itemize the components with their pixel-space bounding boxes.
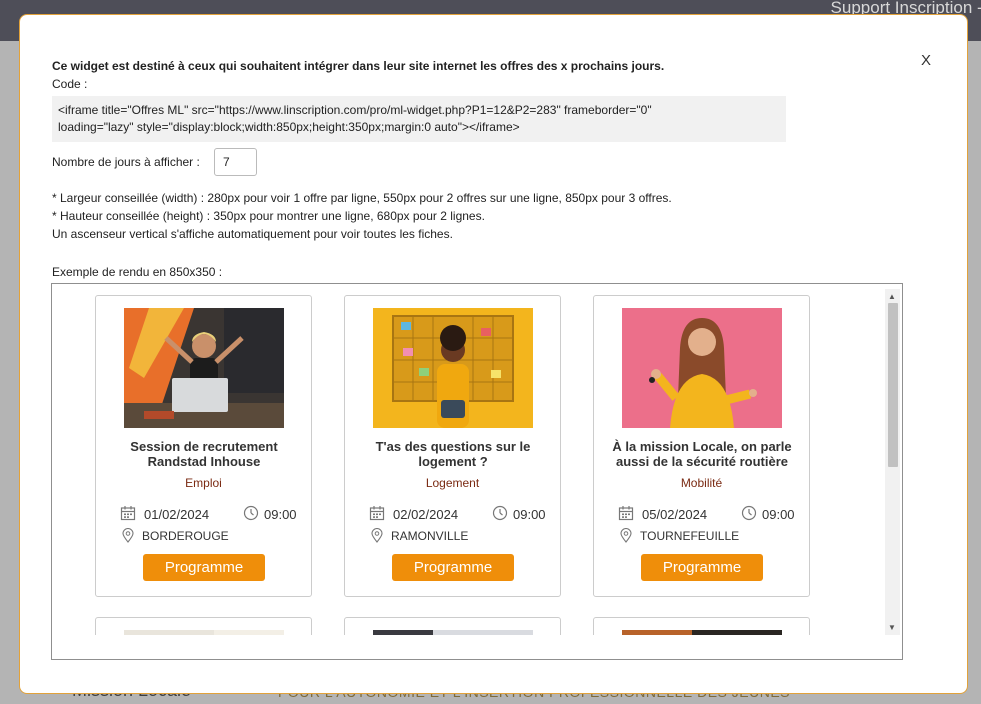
offer-card	[95, 617, 312, 635]
offer-location: BORDEROUGE	[142, 529, 229, 543]
scroll-down-icon[interactable]: ▼	[888, 623, 896, 632]
offer-image	[124, 630, 284, 635]
offer-image	[124, 308, 284, 428]
scroll-up-icon[interactable]: ▲	[888, 292, 896, 301]
offer-time: 09:00	[762, 507, 795, 522]
offer-card	[344, 617, 561, 635]
widget-modal: X Ce widget est destiné à ceux qui souha…	[19, 14, 968, 694]
offer-date: 01/02/2024	[144, 507, 210, 522]
hint-width: * Largeur conseillée (width) : 280px pou…	[52, 191, 672, 205]
programme-button[interactable]: Programme	[392, 554, 514, 581]
offer-title: À la mission Locale, on parle aussi de l…	[612, 439, 792, 469]
offer-card: T'as des questions sur le logement ? Log…	[344, 295, 561, 597]
location-pin-icon	[620, 528, 632, 548]
code-label: Code :	[52, 77, 88, 91]
widget-preview-content: Session de recrutement Randstad Inhouse …	[58, 289, 883, 635]
offer-date: 02/02/2024	[393, 507, 459, 522]
close-button[interactable]: X	[921, 52, 931, 69]
embed-code-line-2: loading="lazy" style="display:block;widt…	[58, 120, 520, 134]
location-pin-icon	[371, 528, 383, 548]
offer-image	[622, 630, 782, 635]
offer-image	[373, 308, 533, 428]
calendar-icon	[618, 505, 634, 526]
days-label: Nombre de jours à afficher :	[52, 155, 200, 169]
clock-icon	[243, 505, 259, 526]
offer-category: Logement	[425, 476, 480, 490]
offer-image	[373, 630, 533, 635]
offer-location: TOURNEFEUILLE	[640, 529, 740, 543]
offer-card	[593, 617, 810, 635]
offer-card: À la mission Locale, on parle aussi de l…	[593, 295, 810, 597]
offer-time: 09:00	[264, 507, 297, 522]
offer-category: Mobilité	[680, 476, 723, 490]
calendar-icon	[120, 505, 136, 526]
calendar-icon	[369, 505, 385, 526]
scrollbar-thumb[interactable]	[888, 303, 898, 467]
embed-code-line-1: <iframe title="Offres ML" src="https://w…	[58, 103, 652, 117]
offer-location: RAMONVILLE	[391, 529, 469, 543]
programme-button[interactable]: Programme	[641, 554, 763, 581]
offer-card: Session de recrutement Randstad Inhouse …	[95, 295, 312, 597]
days-input[interactable]	[214, 148, 257, 176]
offer-image	[622, 308, 782, 428]
programme-button[interactable]: Programme	[143, 554, 265, 581]
offer-title: T'as des questions sur le logement ?	[375, 439, 531, 469]
offer-time: 09:00	[513, 507, 546, 522]
embed-code-box[interactable]: <iframe title="Offres ML" src="https://w…	[52, 96, 786, 142]
preview-scrollbar[interactable]: ▲ ▼	[885, 289, 900, 635]
offer-title: Session de recrutement Randstad Inhouse	[130, 439, 278, 469]
location-pin-icon	[122, 528, 134, 548]
widget-preview-frame[interactable]: Session de recrutement Randstad Inhouse …	[51, 283, 903, 660]
example-label: Exemple de rendu en 850x350 :	[52, 265, 223, 279]
clock-icon	[741, 505, 757, 526]
offer-date: 05/02/2024	[642, 507, 708, 522]
hint-height: * Hauteur conseillée (height) : 350px po…	[52, 209, 485, 223]
clock-icon	[492, 505, 508, 526]
hint-scroll: Un ascenseur vertical s'affiche automati…	[52, 227, 453, 241]
intro-text: Ce widget est destiné à ceux qui souhait…	[52, 59, 665, 73]
offer-category: Emploi	[185, 476, 222, 490]
